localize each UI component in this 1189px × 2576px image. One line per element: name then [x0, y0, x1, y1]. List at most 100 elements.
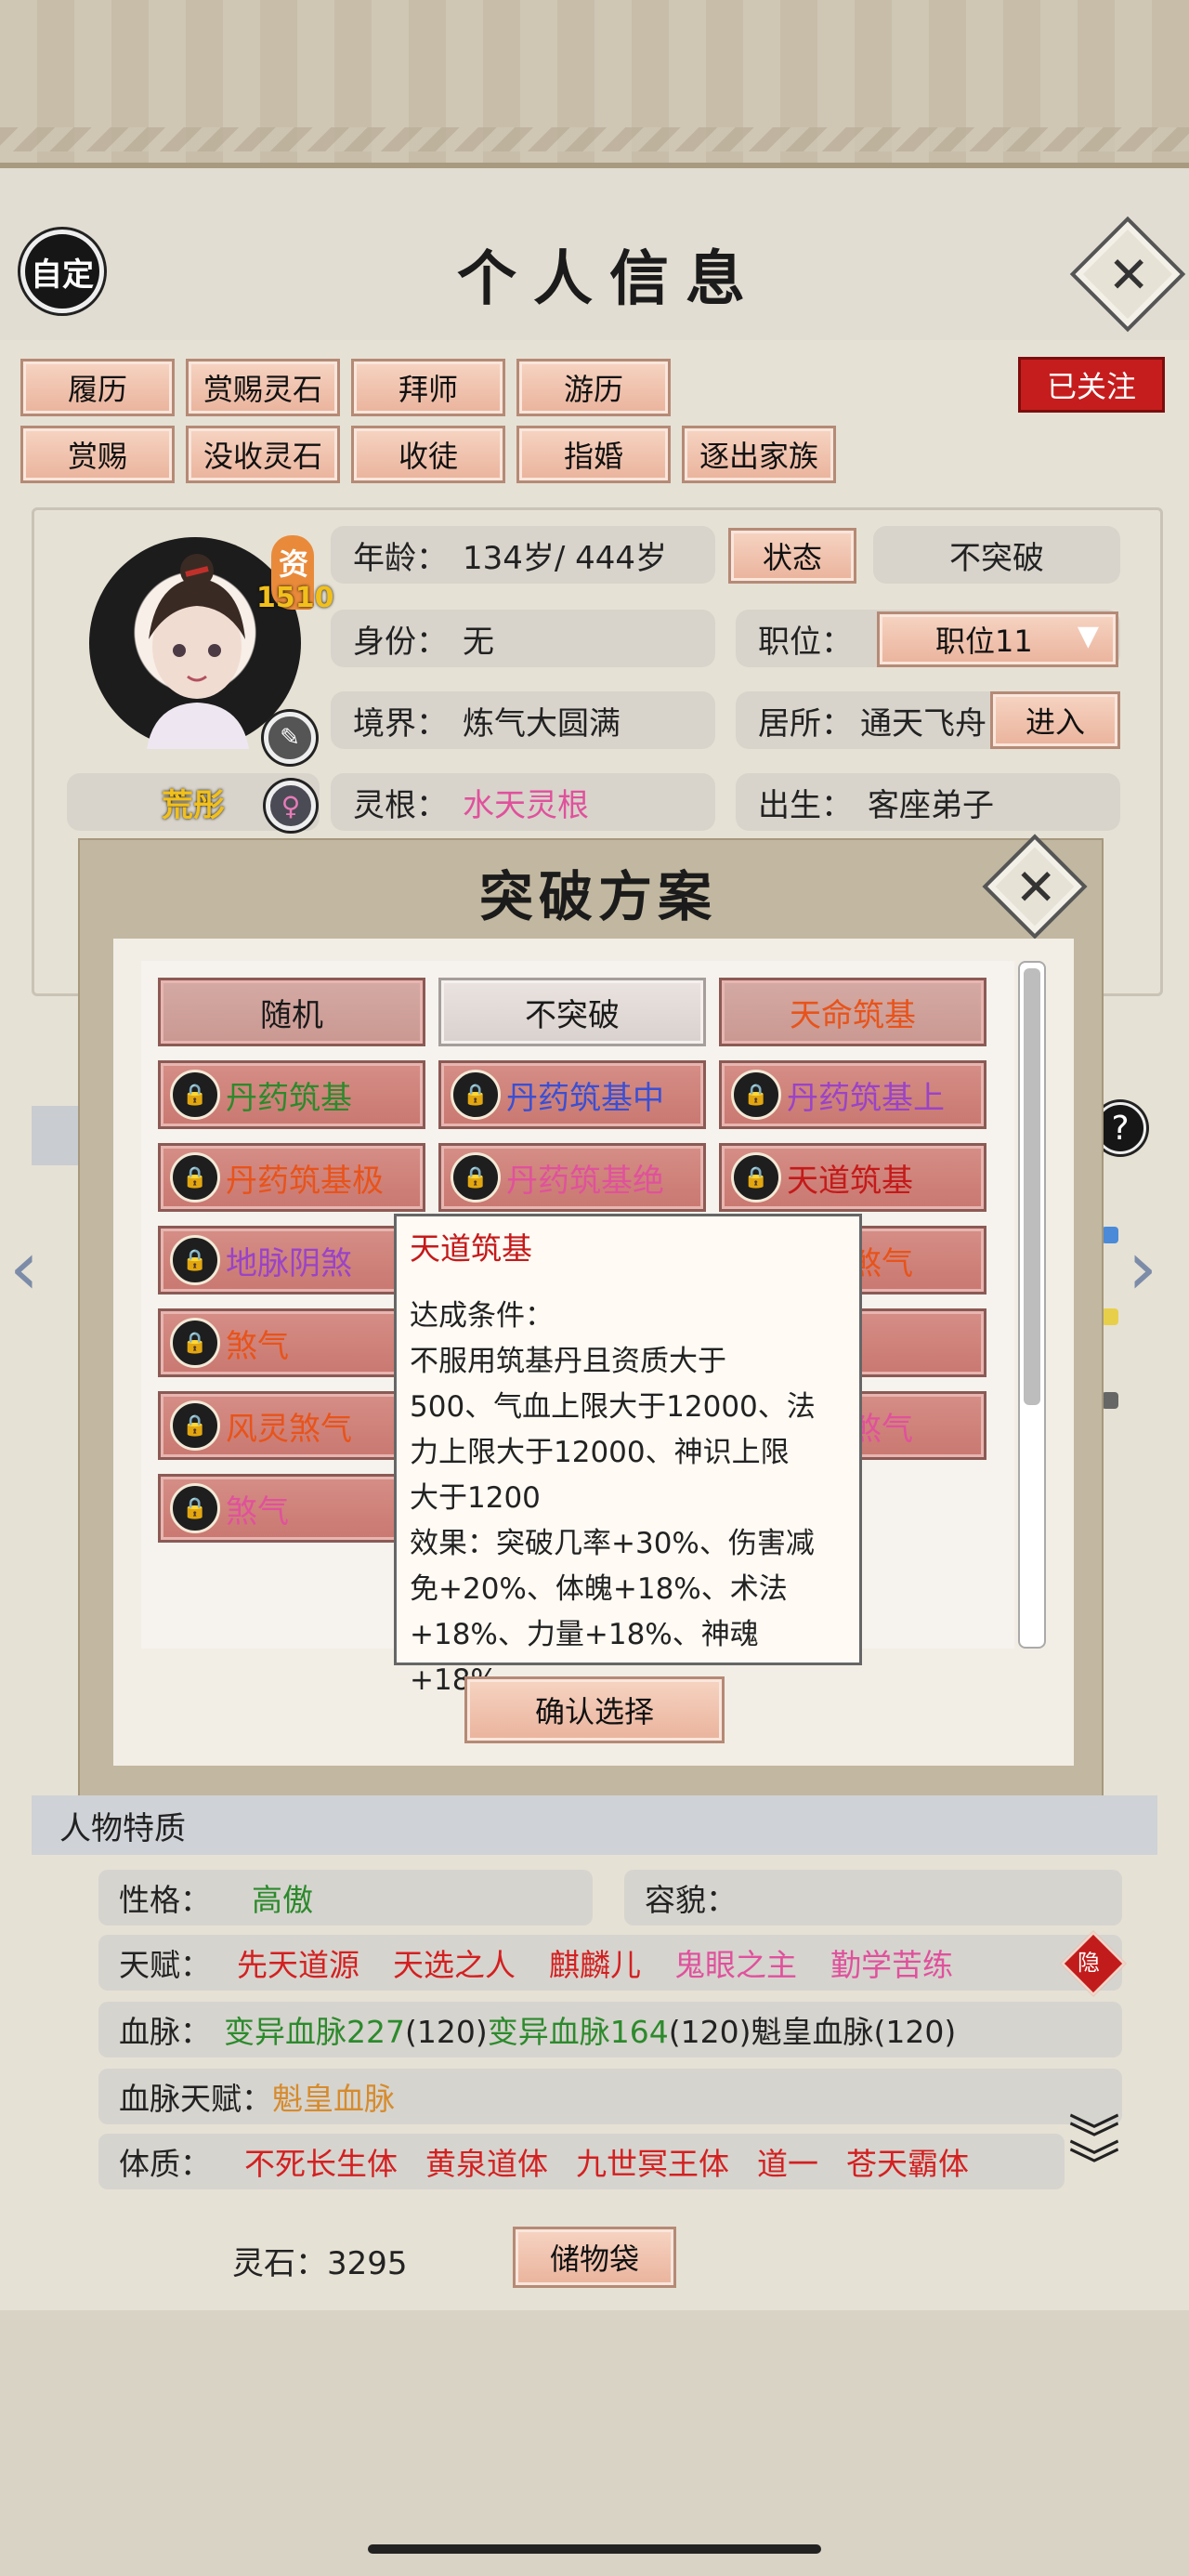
expel-button[interactable]: 逐出家族	[682, 426, 836, 483]
close-button[interactable]: ✕	[1069, 216, 1186, 333]
breakthrough-option[interactable]: 🔒煞气	[158, 1308, 425, 1377]
talent-tag[interactable]: 麒麟儿	[549, 1940, 641, 1985]
breakthrough-option[interactable]: 🔒 天道筑基	[719, 1143, 986, 1212]
breakthrough-option[interactable]: 🔒 丹药筑基中	[438, 1060, 706, 1129]
history-button[interactable]: 履历	[20, 359, 175, 416]
physique-row: 体质： 不死长生体 黄泉道体 九世冥王体 道一 苍天霸体	[98, 2134, 1065, 2189]
option-label: 随机	[260, 996, 323, 1034]
spirit-stones: 灵石：3295	[232, 2245, 408, 2282]
prev-arrow[interactable]: ‹	[9, 1225, 39, 1311]
lock-icon: 🔒	[170, 1400, 220, 1451]
breakthrough-option[interactable]: 🔒 地脉阴煞	[158, 1226, 425, 1295]
breakthrough-option[interactable]: 天命筑基	[719, 978, 986, 1046]
tooltip-title: 天道筑基	[410, 1230, 532, 1267]
confirm-selection-button[interactable]: 确认选择	[464, 1676, 725, 1743]
lock-icon: 🔒	[170, 1152, 220, 1203]
option-label: 天命筑基	[790, 996, 916, 1034]
scrollbar[interactable]	[1018, 961, 1046, 1649]
custom-button[interactable]: 自定	[20, 230, 104, 313]
breakthrough-option[interactable]: 🔒 风灵煞气	[158, 1391, 425, 1460]
travel-button[interactable]: 游历	[516, 359, 671, 416]
lock-icon: 🔒	[170, 1318, 220, 1368]
physique-tag[interactable]: 道一	[757, 2139, 818, 2184]
take-disciple-button[interactable]: 收徒	[351, 426, 505, 483]
position-select[interactable]: 职位11 ▼	[877, 611, 1118, 667]
option-label: 不突破	[525, 996, 620, 1034]
confiscate-stones-button[interactable]: 没收灵石	[186, 426, 340, 483]
lock-icon: 🔒	[170, 1070, 220, 1120]
talents-row: 天赋： 先天道源 天选之人 麒麟儿 鬼眼之主 勤学苦练	[98, 1935, 1122, 1991]
identity-field: 身份：无	[331, 610, 715, 667]
breakthrough-option[interactable]: 🔒 丹药筑基极	[158, 1143, 425, 1212]
spirit-root-field: 灵根： 水天灵根	[331, 773, 715, 831]
option-label: 丹药筑基中	[506, 1079, 664, 1117]
physique-tag[interactable]: 九世冥王体	[576, 2139, 729, 2184]
breakthrough-option[interactable]: 🔒 丹药筑基绝	[438, 1143, 706, 1212]
tooltip-condition-header: 达成条件：	[410, 1299, 554, 1333]
arrange-marriage-button[interactable]: 指婚	[516, 426, 671, 483]
lock-icon: 🔒	[451, 1152, 501, 1203]
status-value: 不突破	[873, 526, 1120, 584]
yellow-indicator	[1102, 1308, 1118, 1325]
header-bar: 自定 个人信息 ✕	[0, 168, 1189, 340]
close-icon: ✕	[1099, 253, 1157, 296]
chevron-down-icon: ▼	[1077, 620, 1099, 652]
tooltip: 天道筑基 达成条件： 不服用筑基丹且资质大于 500、气血上限大于12000、法…	[394, 1214, 862, 1697]
blue-indicator	[1102, 1227, 1118, 1243]
talent-tag[interactable]: 勤学苦练	[830, 1940, 953, 1985]
talent-tag[interactable]: 先天道源	[237, 1940, 359, 1985]
lock-icon: 🔒	[731, 1152, 781, 1203]
physique-tag[interactable]: 不死长生体	[244, 2139, 398, 2184]
physique-tag[interactable]: 苍天霸体	[846, 2139, 969, 2184]
scrollbar-thumb[interactable]	[1024, 968, 1040, 1405]
edit-icon[interactable]: ✎	[264, 712, 316, 764]
bloodline-row: 血脉： 变异血脉227(120) 变异血脉164(120) 魁皇血脉(120)	[98, 2002, 1122, 2057]
physique-tag[interactable]: 黄泉道体	[425, 2139, 548, 2184]
tooltip-line: 力上限大于12000、神识上限	[410, 1436, 790, 1469]
breakthrough-option[interactable]: 🔒煞气	[158, 1474, 425, 1543]
status-button[interactable]: 状态	[728, 528, 856, 584]
bloodline-tag[interactable]: 魁皇血脉(120)	[751, 2007, 957, 2052]
home-indicator	[368, 2544, 821, 2554]
talent-value: 1510	[256, 582, 334, 614]
tooltip-line: 大于1200	[410, 1481, 541, 1515]
lock-icon: 🔒	[170, 1235, 220, 1285]
tooltip-line: 免+20%、体魄+18%、术法	[410, 1572, 788, 1606]
bloodline-tag[interactable]: 变异血脉164(120)	[488, 2007, 751, 2052]
talent-tag[interactable]: 鬼眼之主	[674, 1940, 797, 1985]
expand-down-icon[interactable]: ︾ ︾	[1068, 2115, 1120, 2193]
modal-title: 突破方案	[479, 865, 718, 928]
lock-icon: 🔒	[731, 1070, 781, 1120]
breakthrough-option[interactable]: 🔒 丹药筑基上	[719, 1060, 986, 1129]
breakthrough-option[interactable]: 不突破	[438, 978, 706, 1046]
talent-tag[interactable]: 天选之人	[393, 1940, 516, 1985]
option-label: 丹药筑基	[226, 1079, 352, 1117]
option-label: 风灵煞气	[226, 1410, 352, 1448]
talent-label: 资	[279, 546, 309, 582]
tooltip-line: 500、气血上限大于12000、法	[410, 1390, 816, 1424]
hidden-section-bar	[32, 1106, 78, 1165]
breakthrough-option[interactable]: 🔒 丹药筑基	[158, 1060, 425, 1129]
top-decorative-banner	[0, 0, 1189, 168]
reward-stones-button[interactable]: 赏赐灵石	[186, 359, 340, 416]
next-arrow[interactable]: ›	[1128, 1225, 1157, 1311]
page-title: 个人信息	[457, 244, 762, 314]
option-label: 丹药筑基上	[787, 1079, 945, 1117]
apprentice-button[interactable]: 拜师	[351, 359, 505, 416]
enter-button[interactable]: 进入	[990, 691, 1120, 749]
appearance-row: 容貌：	[624, 1870, 1122, 1925]
avatar[interactable]	[89, 537, 301, 749]
reward-button[interactable]: 赏赐	[20, 426, 175, 483]
option-label: 煞气	[226, 1492, 289, 1531]
breakthrough-option[interactable]: 随机	[158, 978, 425, 1046]
traits-section-header: 人物特质	[32, 1795, 1157, 1855]
hide-label: 隐	[1078, 1950, 1100, 1976]
followed-badge[interactable]: 已关注	[1018, 357, 1165, 413]
storage-bag-button[interactable]: 储物袋	[513, 2227, 676, 2288]
bloodline-tag[interactable]: 变异血脉227(120)	[224, 2007, 488, 2052]
age-field: 年龄： 134岁/ 444岁	[331, 526, 715, 584]
character-portrait	[147, 554, 249, 749]
birth-field: 出生： 客座弟子	[736, 773, 1120, 831]
female-icon: ♀	[266, 781, 316, 831]
option-label: 丹药筑基极	[226, 1162, 384, 1200]
